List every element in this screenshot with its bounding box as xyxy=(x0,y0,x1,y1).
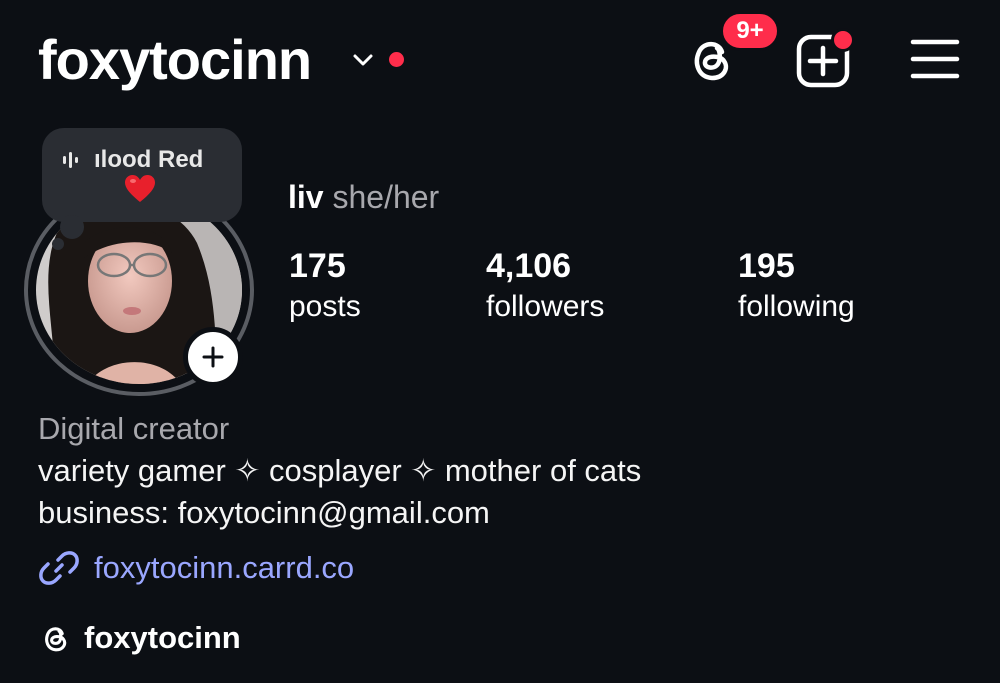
menu-button[interactable] xyxy=(910,38,960,80)
profile-category: Digital creator xyxy=(38,411,230,446)
note-bubble-tail-small xyxy=(52,238,64,250)
menu-icon xyxy=(910,39,960,79)
note-text: ılood Red xyxy=(94,146,204,173)
profile-username[interactable]: foxytocinn xyxy=(38,28,312,92)
stat-label: followers xyxy=(486,290,605,323)
stat-value: 175 xyxy=(289,247,346,285)
chevron-down-icon[interactable] xyxy=(352,50,374,70)
profile-name-row: liv she/her xyxy=(288,178,439,216)
plus-icon xyxy=(202,346,224,368)
threads-profile-link[interactable]: foxytocinn xyxy=(38,618,241,658)
note-bubble-tail xyxy=(60,215,84,239)
notification-badge: 9+ xyxy=(720,11,780,51)
music-bars-icon xyxy=(63,152,78,168)
threads-icon xyxy=(45,627,67,652)
add-story-button[interactable] xyxy=(183,327,243,387)
stat-value: 195 xyxy=(738,247,795,285)
create-notification-dot xyxy=(831,28,855,52)
bio-line-1: variety gamer ✧ cosplayer ✧ mother of ca… xyxy=(38,453,642,488)
heart-icon xyxy=(125,175,155,202)
bio-line-2: business: foxytocinn@gmail.com xyxy=(38,495,490,530)
link-icon xyxy=(39,551,79,585)
link-text[interactable]: foxytocinn.carrd.co xyxy=(94,549,354,587)
display-name: liv xyxy=(288,179,324,215)
stat-followers[interactable]: 4,106 followers xyxy=(486,246,604,326)
profile-link[interactable]: foxytocinn.carrd.co xyxy=(38,547,354,589)
stat-label: following xyxy=(738,290,855,323)
threads-handle: foxytocinn xyxy=(84,620,241,655)
notification-dot xyxy=(389,52,404,67)
stat-label: posts xyxy=(289,290,361,323)
stat-posts[interactable]: 175 posts xyxy=(289,246,361,326)
stat-following[interactable]: 195 following xyxy=(738,246,855,326)
pronouns: she/her xyxy=(332,179,440,215)
stat-value: 4,106 xyxy=(486,247,572,285)
